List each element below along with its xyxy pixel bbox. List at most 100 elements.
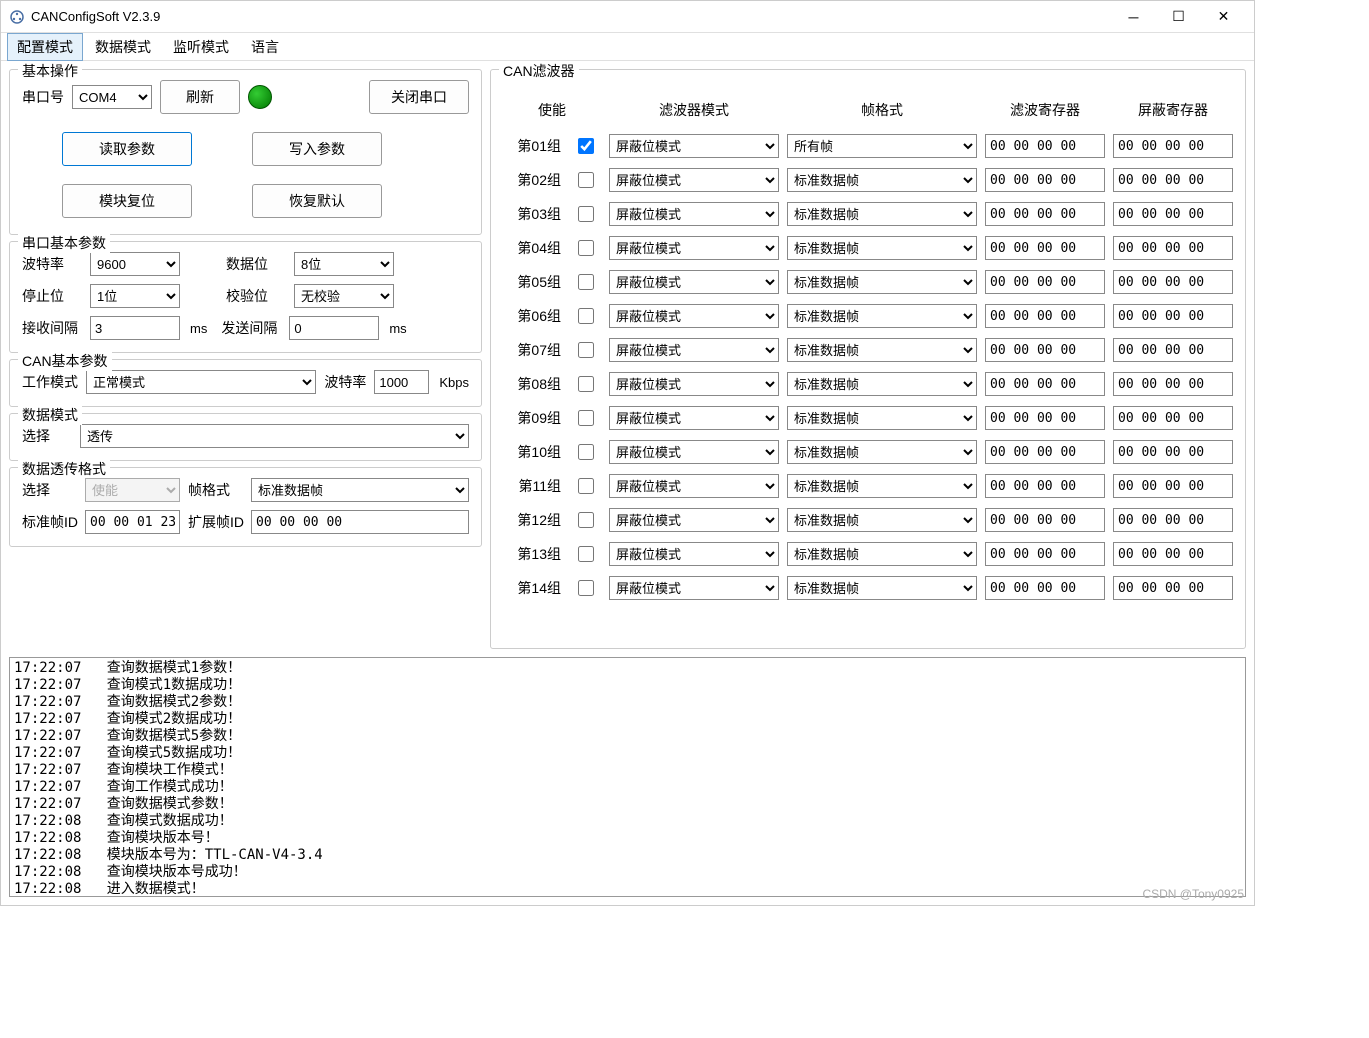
log-line[interactable]: 17:22:07 查询模块工作模式！ xyxy=(14,762,1241,779)
filter-mode-select[interactable]: 屏蔽位模式 xyxy=(609,270,779,294)
filter-reg-input[interactable] xyxy=(985,474,1105,498)
filter-enable-checkbox[interactable] xyxy=(578,546,594,562)
parity-select[interactable]: 无校验 xyxy=(294,284,394,308)
tp-extid-input[interactable] xyxy=(251,510,469,534)
filter-mode-select[interactable]: 屏蔽位模式 xyxy=(609,134,779,158)
filter-enable-checkbox[interactable] xyxy=(578,274,594,290)
filter-reg-input[interactable] xyxy=(985,338,1105,362)
filter-fmt-select[interactable]: 标准数据帧 xyxy=(787,304,977,328)
data-mode-select[interactable]: 透传 xyxy=(80,424,469,448)
filter-enable-checkbox[interactable] xyxy=(578,444,594,460)
filter-enable-checkbox[interactable] xyxy=(578,376,594,392)
restore-default-button[interactable]: 恢复默认 xyxy=(252,184,382,218)
rx-interval-input[interactable] xyxy=(90,316,180,340)
filter-fmt-select[interactable]: 标准数据帧 xyxy=(787,576,977,600)
baud-select[interactable]: 9600 xyxy=(90,252,180,276)
filter-fmt-select[interactable]: 标准数据帧 xyxy=(787,236,977,260)
filter-fmt-select[interactable]: 标准数据帧 xyxy=(787,508,977,532)
mask-reg-input[interactable] xyxy=(1113,406,1233,430)
filter-fmt-select[interactable]: 标准数据帧 xyxy=(787,440,977,464)
log-line[interactable]: 17:22:07 查询模式5数据成功！ xyxy=(14,745,1241,762)
filter-mode-select[interactable]: 屏蔽位模式 xyxy=(609,236,779,260)
log-line[interactable]: 17:22:08 进入数据模式！ xyxy=(14,881,1241,897)
tx-interval-input[interactable] xyxy=(289,316,379,340)
filter-reg-input[interactable] xyxy=(985,202,1105,226)
filter-reg-input[interactable] xyxy=(985,372,1105,396)
log-line[interactable]: 17:22:07 查询数据模式1参数！ xyxy=(14,660,1241,677)
tp-stdid-input[interactable] xyxy=(85,510,180,534)
filter-fmt-select[interactable]: 标准数据帧 xyxy=(787,270,977,294)
filter-enable-checkbox[interactable] xyxy=(578,478,594,494)
filter-mode-select[interactable]: 屏蔽位模式 xyxy=(609,168,779,192)
filter-enable-checkbox[interactable] xyxy=(578,342,594,358)
mask-reg-input[interactable] xyxy=(1113,168,1233,192)
close-port-button[interactable]: 关闭串口 xyxy=(369,80,469,114)
filter-reg-input[interactable] xyxy=(985,304,1105,328)
filter-reg-input[interactable] xyxy=(985,168,1105,192)
filter-fmt-select[interactable]: 标准数据帧 xyxy=(787,406,977,430)
mask-reg-input[interactable] xyxy=(1113,338,1233,362)
mask-reg-input[interactable] xyxy=(1113,304,1233,328)
filter-enable-checkbox[interactable] xyxy=(578,138,594,154)
refresh-button[interactable]: 刷新 xyxy=(160,80,240,114)
filter-mode-select[interactable]: 屏蔽位模式 xyxy=(609,542,779,566)
can-mode-select[interactable]: 正常模式 xyxy=(86,370,316,394)
filter-mode-select[interactable]: 屏蔽位模式 xyxy=(609,576,779,600)
filter-enable-checkbox[interactable] xyxy=(578,580,594,596)
filter-reg-input[interactable] xyxy=(985,508,1105,532)
read-params-button[interactable]: 读取参数 xyxy=(62,132,192,166)
log-line[interactable]: 17:22:08 查询模块版本号成功！ xyxy=(14,864,1241,881)
menu-item-0[interactable]: 配置模式 xyxy=(7,33,83,61)
filter-mode-select[interactable]: 屏蔽位模式 xyxy=(609,372,779,396)
log-line[interactable]: 17:22:08 查询模块版本号！ xyxy=(14,830,1241,847)
mask-reg-input[interactable] xyxy=(1113,270,1233,294)
filter-reg-input[interactable] xyxy=(985,270,1105,294)
menu-item-1[interactable]: 数据模式 xyxy=(85,33,161,61)
mask-reg-input[interactable] xyxy=(1113,202,1233,226)
filter-fmt-select[interactable]: 标准数据帧 xyxy=(787,542,977,566)
filter-fmt-select[interactable]: 标准数据帧 xyxy=(787,474,977,498)
filter-fmt-select[interactable]: 所有帧 xyxy=(787,134,977,158)
log-line[interactable]: 17:22:07 查询工作模式成功！ xyxy=(14,779,1241,796)
module-reset-button[interactable]: 模块复位 xyxy=(62,184,192,218)
minimize-button[interactable]: ─ xyxy=(1111,2,1156,32)
filter-mode-select[interactable]: 屏蔽位模式 xyxy=(609,202,779,226)
mask-reg-input[interactable] xyxy=(1113,542,1233,566)
filter-enable-checkbox[interactable] xyxy=(578,206,594,222)
stopbits-select[interactable]: 1位 xyxy=(90,284,180,308)
filter-mode-select[interactable]: 屏蔽位模式 xyxy=(609,508,779,532)
log-panel[interactable]: 17:22:07 查询数据模式1参数！17:22:07 查询模式1数据成功！17… xyxy=(9,657,1246,897)
log-line[interactable]: 17:22:08 查询模式数据成功！ xyxy=(14,813,1241,830)
log-line[interactable]: 17:22:07 查询模式2数据成功！ xyxy=(14,711,1241,728)
log-line[interactable]: 17:22:07 查询数据模式5参数！ xyxy=(14,728,1241,745)
maximize-button[interactable]: ☐ xyxy=(1156,2,1201,32)
filter-reg-input[interactable] xyxy=(985,134,1105,158)
log-line[interactable]: 17:22:07 查询数据模式参数！ xyxy=(14,796,1241,813)
write-params-button[interactable]: 写入参数 xyxy=(252,132,382,166)
filter-mode-select[interactable]: 屏蔽位模式 xyxy=(609,338,779,362)
tp-framefmt-select[interactable]: 标准数据帧 xyxy=(251,478,469,502)
filter-mode-select[interactable]: 屏蔽位模式 xyxy=(609,304,779,328)
filter-enable-checkbox[interactable] xyxy=(578,410,594,426)
filter-reg-input[interactable] xyxy=(985,406,1105,430)
filter-mode-select[interactable]: 屏蔽位模式 xyxy=(609,406,779,430)
mask-reg-input[interactable] xyxy=(1113,508,1233,532)
filter-fmt-select[interactable]: 标准数据帧 xyxy=(787,202,977,226)
mask-reg-input[interactable] xyxy=(1113,440,1233,464)
mask-reg-input[interactable] xyxy=(1113,576,1233,600)
filter-enable-checkbox[interactable] xyxy=(578,512,594,528)
can-baud-input[interactable] xyxy=(374,370,429,394)
filter-mode-select[interactable]: 屏蔽位模式 xyxy=(609,440,779,464)
mask-reg-input[interactable] xyxy=(1113,134,1233,158)
filter-enable-checkbox[interactable] xyxy=(578,308,594,324)
filter-fmt-select[interactable]: 标准数据帧 xyxy=(787,168,977,192)
filter-reg-input[interactable] xyxy=(985,576,1105,600)
port-select[interactable]: COM4 xyxy=(72,85,152,109)
filter-reg-input[interactable] xyxy=(985,236,1105,260)
filter-enable-checkbox[interactable] xyxy=(578,240,594,256)
filter-fmt-select[interactable]: 标准数据帧 xyxy=(787,338,977,362)
mask-reg-input[interactable] xyxy=(1113,372,1233,396)
filter-mode-select[interactable]: 屏蔽位模式 xyxy=(609,474,779,498)
databits-select[interactable]: 8位 xyxy=(294,252,394,276)
mask-reg-input[interactable] xyxy=(1113,474,1233,498)
